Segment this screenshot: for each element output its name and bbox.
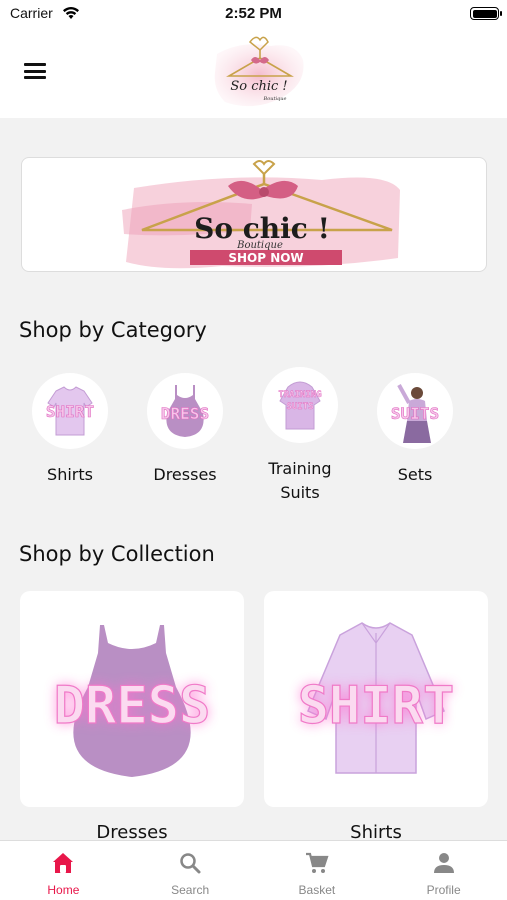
svg-text:SHOP NOW: SHOP NOW <box>228 251 303 265</box>
category-section-title: Shop by Category <box>19 318 207 342</box>
category-training-suits-image: TRAINING SUITS <box>262 367 338 443</box>
promo-banner[interactable]: So chic ! Boutique SHOP NOW <box>21 157 487 272</box>
tab-label: Search <box>171 883 210 897</box>
svg-text:SHIRT: SHIRT <box>46 402 94 421</box>
collection-shirts-image: SHIRT SHIRT <box>297 622 455 774</box>
brand-logo: So chic ! Boutique <box>214 36 304 107</box>
svg-text:Boutique: Boutique <box>236 240 283 251</box>
tab-profile[interactable]: Profile <box>380 841 507 900</box>
clock: 2:52 PM <box>225 5 282 22</box>
svg-text:DRESS: DRESS <box>54 676 211 736</box>
hamburger-menu-icon[interactable] <box>24 63 46 79</box>
tab-label: Home <box>47 883 80 897</box>
collection-card-shirts[interactable]: SHIRT SHIRT <box>264 591 488 807</box>
svg-text:Boutique: Boutique <box>263 96 287 102</box>
category-item-dresses[interactable]: DRESS Dresses <box>135 373 235 487</box>
category-sets-image: SUITS <box>377 373 453 449</box>
category-label: Dresses <box>153 465 217 484</box>
tab-home[interactable]: Home <box>0 841 127 900</box>
banner-artwork: So chic ! Boutique SHOP NOW <box>122 160 400 269</box>
collection-dresses-image: DRESS DRESS <box>53 625 211 777</box>
app-header: So chic ! Boutique <box>0 28 507 118</box>
category-item-sets[interactable]: SUITS Sets <box>365 373 465 487</box>
category-label: Training Suits <box>268 459 332 502</box>
search-icon <box>180 853 201 874</box>
bottom-tab-bar: Home Search Basket Profile <box>0 840 507 900</box>
category-shirts-image: SHIRT <box>32 373 108 449</box>
svg-text:SUITS: SUITS <box>286 402 313 412</box>
svg-text:SHIRT: SHIRT <box>298 676 455 736</box>
cart-icon <box>305 852 329 873</box>
tab-search[interactable]: Search <box>127 841 254 900</box>
tab-label: Profile <box>426 883 461 897</box>
profile-icon <box>433 853 454 873</box>
tab-basket[interactable]: Basket <box>254 841 381 900</box>
collection-section-title: Shop by Collection <box>19 542 215 566</box>
home-icon <box>53 853 74 873</box>
status-bar: Carrier 2:52 PM <box>0 0 507 28</box>
svg-text:TRAINING: TRAINING <box>278 390 321 400</box>
battery-icon <box>470 7 502 20</box>
svg-text:SUITS: SUITS <box>391 404 439 423</box>
category-dresses-image: DRESS <box>147 373 223 449</box>
tab-label: Basket <box>298 883 336 897</box>
collection-card-dresses[interactable]: DRESS DRESS <box>20 591 244 807</box>
category-label: Shirts <box>47 465 93 484</box>
svg-text:DRESS: DRESS <box>161 404 209 423</box>
category-label: Sets <box>397 465 433 484</box>
category-item-shirts[interactable]: SHIRT Shirts <box>20 373 120 487</box>
svg-text:So chic !: So chic ! <box>230 79 287 94</box>
category-item-training-suits[interactable]: TRAINING SUITS Training Suits <box>250 367 350 505</box>
